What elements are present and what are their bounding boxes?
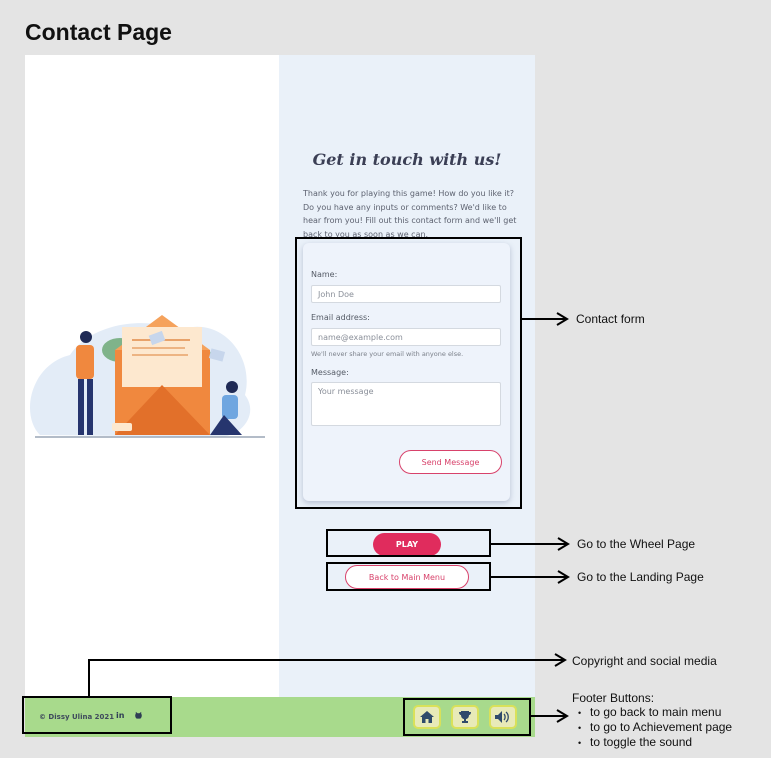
- footer-buttons-notes: to go back to main menu to go to Achieve…: [578, 705, 732, 750]
- note-contact-form: Contact form: [576, 312, 645, 326]
- contact-form-highlight: [295, 237, 522, 509]
- contact-illustration: [30, 315, 265, 438]
- note-copyright: Copyright and social media: [572, 654, 717, 668]
- note-footer-item: to toggle the sound: [578, 735, 732, 750]
- note-back: Go to the Landing Page: [577, 570, 704, 584]
- note-footer-item: to go to Achievement page: [578, 720, 732, 735]
- contact-heading: Get in touch with us!: [312, 150, 502, 169]
- copyright-highlight: [22, 696, 172, 734]
- note-play: Go to the Wheel Page: [577, 537, 696, 551]
- play-highlight: [326, 529, 491, 557]
- back-highlight: [326, 562, 491, 591]
- note-footer-item: to go back to main menu: [578, 705, 732, 720]
- footer-buttons-highlight: [403, 698, 531, 736]
- note-footer-title: Footer Buttons:: [572, 691, 655, 705]
- contact-intro: Thank you for playing this game! How do …: [303, 189, 517, 239]
- page-title: Contact Page: [25, 19, 172, 45]
